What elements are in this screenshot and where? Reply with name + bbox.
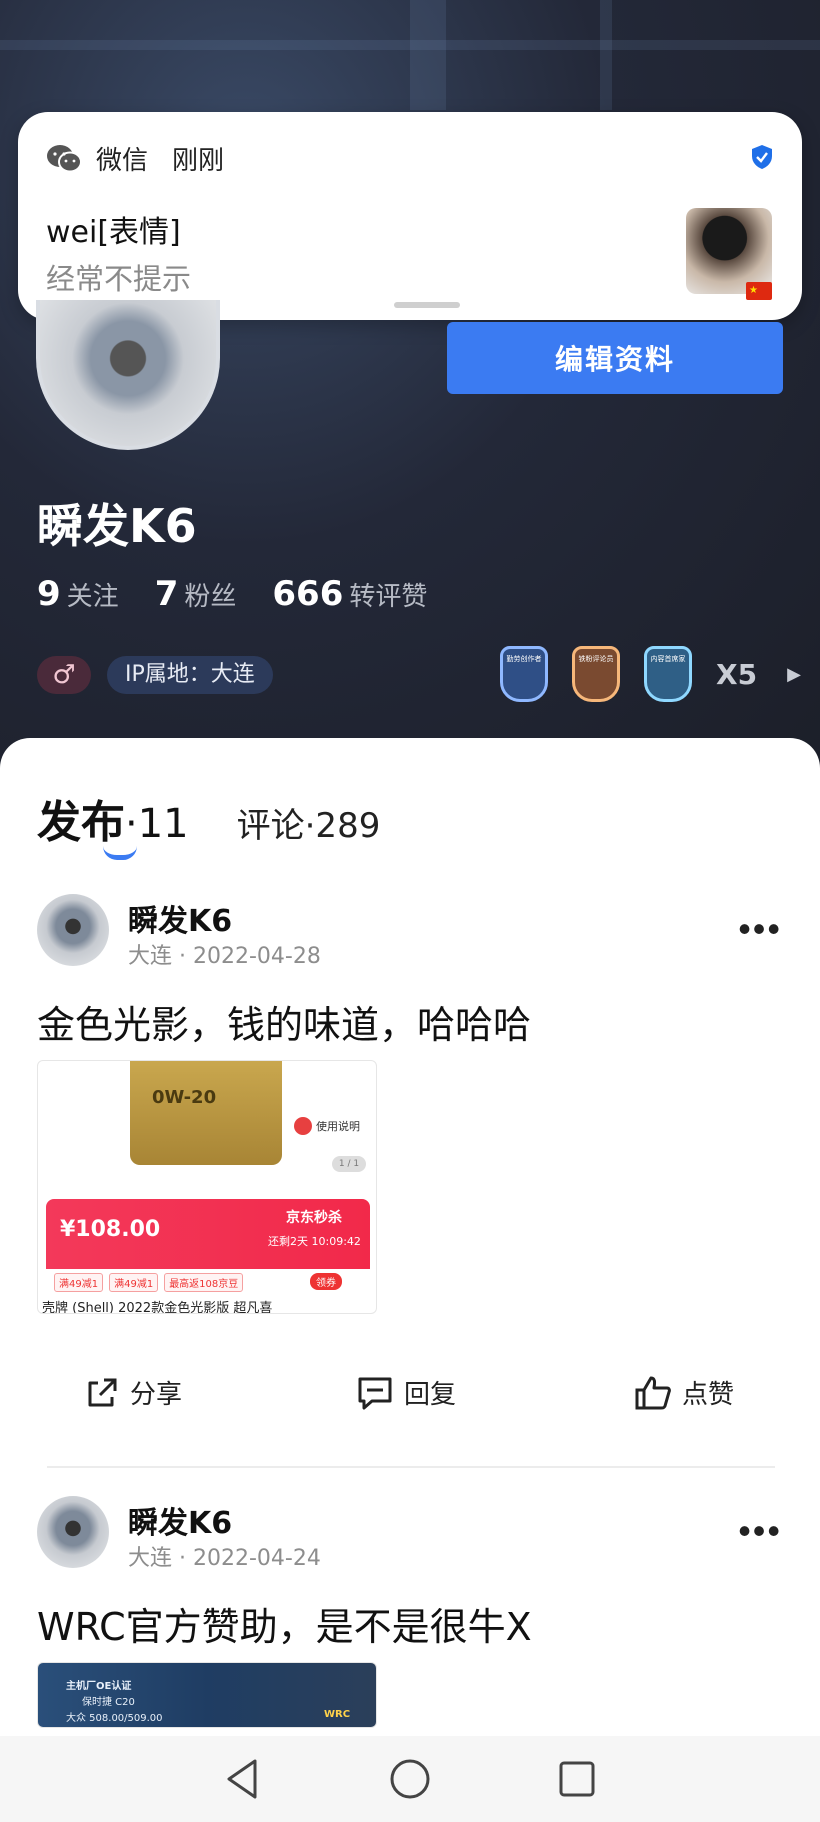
chevron-right-icon: ▶ — [787, 663, 801, 685]
post-divider — [47, 1466, 775, 1468]
wrc-logo-label: WRC — [324, 1709, 351, 1720]
more-options-button[interactable]: ••• — [738, 1510, 782, 1552]
coupon-list: 满49减1 满49减1 最高返108京豆 — [54, 1273, 244, 1292]
usage-guide: 使用说明 — [294, 1117, 360, 1135]
notification-app-name: 微信 — [96, 146, 149, 176]
post-image[interactable]: 主机厂OE认证 保时捷 C20 大众 508.00/509.00 WRC — [37, 1662, 377, 1728]
tab-active-indicator — [103, 846, 137, 860]
reply-label: 回复 — [404, 1379, 457, 1409]
commenter-badge-label: 铁粉评论员 — [578, 655, 614, 663]
post-text[interactable]: 金色光影，钱的味道，哈哈哈 — [37, 994, 531, 1049]
nav-back-button[interactable] — [213, 1749, 273, 1809]
wechat-icon — [47, 144, 82, 172]
post-author-name[interactable]: 瞬发K6 — [128, 896, 232, 940]
creator-badge-label: 勤劳创作者 — [506, 655, 542, 663]
thumbs-up-icon — [635, 1376, 671, 1409]
coupon-tag: 满49减1 — [109, 1273, 159, 1292]
product-title: 壳牌 (Shell) 2022款金色光影版 超凡喜 — [42, 1301, 273, 1314]
more-options-button[interactable]: ••• — [738, 908, 782, 950]
oil-bottle-label: 0W-20 — [152, 1087, 217, 1108]
post-author-name[interactable]: 瞬发K6 — [128, 1498, 232, 1542]
stat-interactions-count: 666 — [272, 574, 344, 614]
flash-sale-timer: 还剩2天 10:09:42 — [268, 1235, 361, 1248]
post-actions: 分享 回复 点赞 — [0, 1374, 820, 1434]
gender-male-badge: ♂ — [37, 656, 91, 694]
stat-interactions-label: 转评赞 — [349, 582, 428, 612]
creator-badge-icon: 勤劳创作者 — [500, 646, 548, 702]
image-caption: 主机厂OE认证 — [66, 1681, 132, 1692]
profile-tags: ♂ IP属地：大连 — [37, 656, 273, 694]
post-author-avatar[interactable] — [37, 1496, 109, 1568]
profile-stats: 9 关注 7 粉丝 666 转评赞 — [37, 574, 427, 614]
reply-button[interactable]: 回复 — [356, 1374, 456, 1411]
notification-drag-handle[interactable] — [394, 302, 460, 308]
commenter-badge-icon: 铁粉评论员 — [572, 646, 620, 702]
stat-following[interactable]: 9 关注 — [37, 574, 119, 614]
post-meta: 大连 · 2022-04-28 — [128, 944, 321, 969]
achievement-badges[interactable]: 勤劳创作者 铁粉评论员 内容首席家 X5 ▶ — [500, 646, 801, 702]
stat-following-count: 9 — [37, 574, 61, 614]
share-label: 分享 — [130, 1379, 183, 1409]
home-circle-icon — [390, 1759, 430, 1799]
image-pager: 1 / 1 — [332, 1156, 366, 1172]
coupon-tag: 满49减1 — [54, 1273, 104, 1292]
stat-interactions[interactable]: 666 转评赞 — [272, 574, 427, 614]
ip-location-tag: IP属地：大连 — [107, 656, 273, 694]
nav-home-button[interactable] — [380, 1749, 440, 1809]
china-flag-icon: ★ — [746, 282, 772, 300]
product-price: ¥108.00 — [60, 1217, 161, 1242]
like-label: 点赞 — [682, 1379, 735, 1409]
edit-profile-button[interactable]: 编辑资料 — [447, 322, 783, 394]
coupon-tag: 最高返108京豆 — [164, 1273, 244, 1292]
content-tabs: 发布·11 评论·289 — [37, 786, 381, 860]
wechat-notification[interactable]: 微信 刚刚 wei[表情] 经常不提示 ★ — [18, 112, 802, 320]
share-button[interactable]: 分享 — [84, 1374, 182, 1411]
claim-coupon-label: 领券 — [310, 1273, 342, 1290]
notification-time: 刚刚 — [172, 146, 225, 176]
like-button[interactable]: 点赞 — [634, 1374, 734, 1411]
image-caption: 保时捷 C20 — [82, 1697, 135, 1708]
stat-following-label: 关注 — [66, 582, 119, 612]
post-image[interactable]: 0W-20 使用说明 1 / 1 ¥108.00 京东秒杀 还剩2天 10:09… — [37, 1060, 377, 1314]
tab-comments[interactable]: 评论·289 — [237, 798, 381, 847]
tab-posts-label: 发布 — [37, 797, 125, 848]
post-author-avatar[interactable] — [37, 894, 109, 966]
image-caption: 大众 508.00/509.00 — [66, 1713, 163, 1724]
flash-sale-label: 京东秒杀 — [286, 1210, 342, 1226]
notification-subtitle: 经常不提示 — [46, 262, 192, 296]
notification-title: wei[表情] — [46, 215, 181, 250]
stat-followers-count: 7 — [154, 574, 179, 614]
post-text[interactable]: WRC官方赞助，是不是很牛X — [37, 1596, 532, 1651]
system-navigation-bar — [0, 1736, 820, 1822]
content-sheet: 发布·11 评论·289 瞬发K6 大连 · 2022-04-28 ••• 金色… — [0, 738, 820, 1738]
tab-posts[interactable]: 发布·11 — [37, 786, 189, 860]
tab-posts-count: ·11 — [125, 801, 189, 847]
recents-square-icon — [559, 1761, 595, 1797]
back-triangle-icon — [227, 1759, 257, 1799]
usage-label: 使用说明 — [316, 1120, 360, 1133]
post-meta: 大连 · 2022-04-24 — [128, 1546, 321, 1571]
profile-username: 瞬发K6 — [37, 499, 197, 553]
verified-shield-icon — [752, 145, 772, 169]
usage-icon — [294, 1117, 312, 1135]
content-badge-icon: 内容首席家 — [644, 646, 692, 702]
stat-followers-label: 粉丝 — [184, 582, 237, 612]
oil-bottle-image: 0W-20 — [130, 1061, 282, 1165]
share-icon — [88, 1378, 117, 1406]
comment-icon — [358, 1377, 392, 1409]
badge-count: X5 — [716, 657, 758, 691]
nav-recents-button[interactable] — [547, 1749, 607, 1809]
stat-followers[interactable]: 7 粉丝 — [155, 574, 237, 614]
content-badge-label: 内容首席家 — [650, 655, 686, 663]
